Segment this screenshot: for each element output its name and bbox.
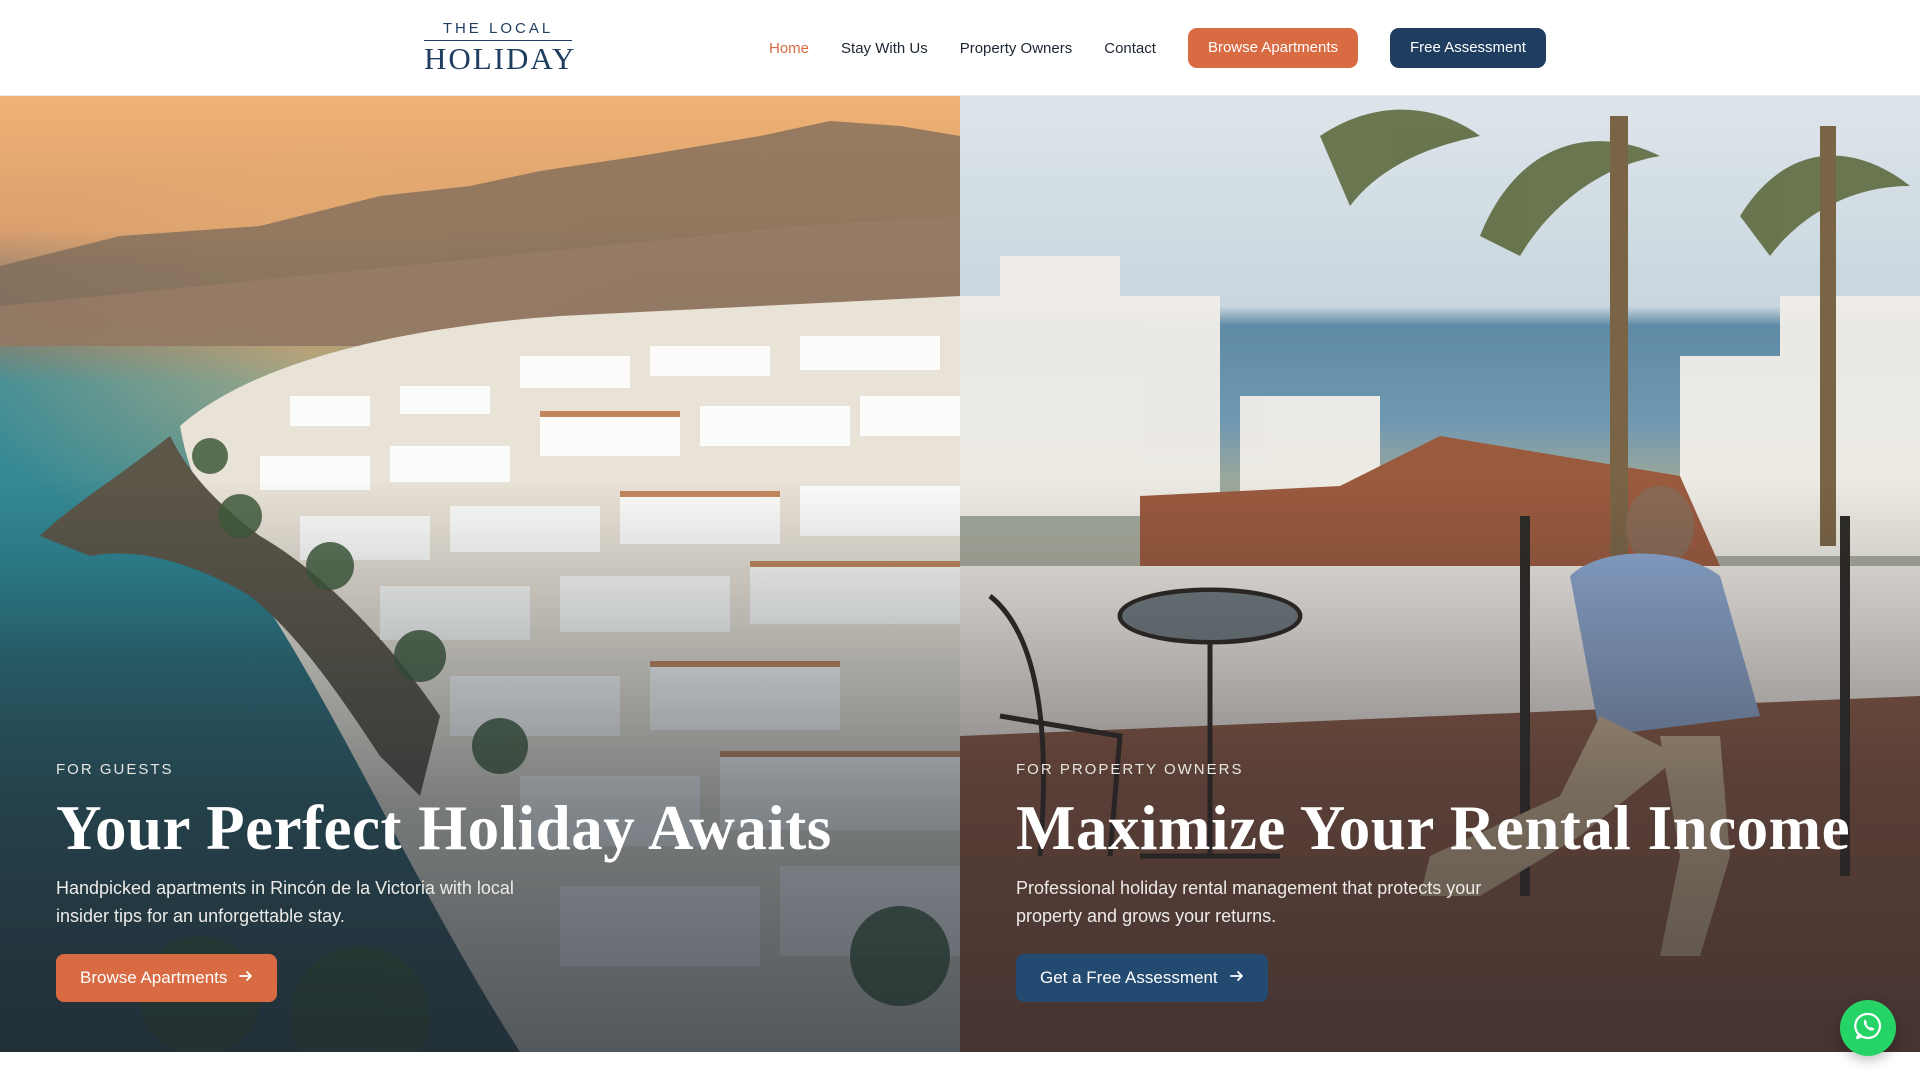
owners-headline: Maximize Your Rental Income [1016, 793, 1851, 863]
nav-link-contact[interactable]: Contact [1104, 40, 1156, 57]
free-assessment-button-label: Get a Free Assessment [1040, 968, 1218, 987]
browse-apartments-button[interactable]: Browse Apartments [56, 954, 278, 1002]
main-nav: Home Stay With Us Property Owners Contac… [769, 28, 1546, 68]
whatsapp-button[interactable] [1840, 1000, 1896, 1056]
guests-content: FOR GUESTS Your Perfect Holiday Awaits H… [56, 760, 936, 1002]
site-header: THE LOCAL HOLIDAY Home Stay With Us Prop… [0, 0, 1920, 96]
owners-content: FOR PROPERTY OWNERS Maximize Your Rental… [1016, 760, 1896, 1002]
logo[interactable]: THE LOCAL HOLIDAY [424, 18, 577, 76]
logo-bottom-text: HOLIDAY [424, 40, 577, 76]
logo-top-text: THE LOCAL [442, 20, 554, 37]
nav-link-property-owners[interactable]: Property Owners [960, 40, 1073, 57]
arrow-right-icon [239, 968, 253, 988]
hero-section: FOR GUESTS Your Perfect Holiday Awaits H… [0, 96, 1920, 1052]
nav-link-stay-with-us[interactable]: Stay With Us [841, 40, 928, 57]
owners-panel: FOR PROPERTY OWNERS Maximize Your Rental… [960, 96, 1920, 1052]
browse-apartments-nav-button[interactable]: Browse Apartments [1187, 28, 1359, 68]
arrow-right-icon [1229, 968, 1244, 988]
guests-eyebrow: FOR GUESTS [56, 761, 174, 778]
owners-subtext: Professional holiday rental management t… [1016, 878, 1482, 926]
free-assessment-button[interactable]: Get a Free Assessment [1016, 954, 1268, 1002]
owners-eyebrow: FOR PROPERTY OWNERS [1016, 761, 1244, 778]
nav-link-home[interactable]: Home [769, 40, 809, 57]
guests-headline: Your Perfect Holiday Awaits [56, 793, 832, 863]
page-bottom [0, 1052, 1920, 1080]
whatsapp-icon [1853, 1011, 1883, 1046]
guests-panel: FOR GUESTS Your Perfect Holiday Awaits H… [0, 96, 960, 1052]
guests-subtext: Handpicked apartments in Rincón de la Vi… [56, 878, 514, 926]
free-assessment-nav-button[interactable]: Free Assessment [1390, 28, 1546, 68]
browse-apartments-button-label: Browse Apartments [80, 968, 228, 987]
